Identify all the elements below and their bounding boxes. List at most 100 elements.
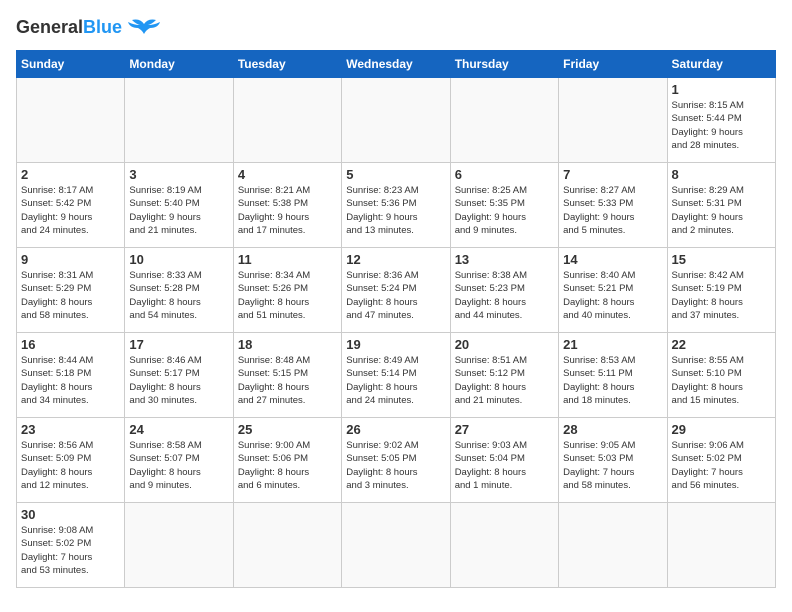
weekday-header-sunday: Sunday [17, 51, 125, 78]
calendar-cell: 9 Sunrise: 8:31 AMSunset: 5:29 PMDaylight… [17, 248, 125, 333]
calendar-cell: 5 Sunrise: 8:23 AMSunset: 5:36 PMDaylight… [342, 163, 450, 248]
day-info: Sunrise: 8:17 AMSunset: 5:42 PMDaylight:… [21, 184, 120, 237]
calendar-cell [342, 78, 450, 163]
day-number: 22 [672, 337, 771, 352]
day-number: 7 [563, 167, 662, 182]
calendar-cell [342, 503, 450, 588]
day-info: Sunrise: 8:27 AMSunset: 5:33 PMDaylight:… [563, 184, 662, 237]
day-number: 14 [563, 252, 662, 267]
day-number: 9 [21, 252, 120, 267]
day-info: Sunrise: 9:08 AMSunset: 5:02 PMDaylight:… [21, 524, 120, 577]
day-number: 13 [455, 252, 554, 267]
calendar-cell: 22 Sunrise: 8:55 AMSunset: 5:10 PMDayligh… [667, 333, 775, 418]
calendar-cell: 19Sunrise: 8:49 AMSunset: 5:14 PMDayligh… [342, 333, 450, 418]
calendar-cell: 2 Sunrise: 8:17 AMSunset: 5:42 PMDaylight… [17, 163, 125, 248]
day-number: 27 [455, 422, 554, 437]
calendar-cell: 20 Sunrise: 8:51 AMSunset: 5:12 PMDayligh… [450, 333, 558, 418]
day-number: 12 [346, 252, 445, 267]
calendar-week-row: 1 Sunrise: 8:15 AMSunset: 5:44 PMDaylight… [17, 78, 776, 163]
day-number: 10 [129, 252, 228, 267]
day-number: 3 [129, 167, 228, 182]
calendar-cell: 17Sunrise: 8:46 AMSunset: 5:17 PMDayligh… [125, 333, 233, 418]
day-info: Sunrise: 9:00 AMSunset: 5:06 PMDaylight:… [238, 439, 337, 492]
calendar-cell: 13 Sunrise: 8:38 AMSunset: 5:23 PMDayligh… [450, 248, 558, 333]
day-number: 29 [672, 422, 771, 437]
calendar-cell: 11 Sunrise: 8:34 AMSunset: 5:26 PMDayligh… [233, 248, 341, 333]
day-info: Sunrise: 8:34 AMSunset: 5:26 PMDaylight:… [238, 269, 337, 322]
calendar-cell: 8Sunrise: 8:29 AMSunset: 5:31 PMDaylight… [667, 163, 775, 248]
day-number: 23 [21, 422, 120, 437]
day-info: Sunrise: 8:46 AMSunset: 5:17 PMDaylight:… [129, 354, 228, 407]
logo-text: GeneralBlue [16, 17, 122, 38]
day-number: 2 [21, 167, 120, 182]
day-info: Sunrise: 9:02 AMSunset: 5:05 PMDaylight:… [346, 439, 445, 492]
day-info: Sunrise: 9:05 AMSunset: 5:03 PMDaylight:… [563, 439, 662, 492]
weekday-header-tuesday: Tuesday [233, 51, 341, 78]
calendar-cell [667, 503, 775, 588]
calendar-cell [233, 78, 341, 163]
weekday-header-thursday: Thursday [450, 51, 558, 78]
day-info: Sunrise: 9:06 AMSunset: 5:02 PMDaylight:… [672, 439, 771, 492]
weekday-header-saturday: Saturday [667, 51, 775, 78]
day-info: Sunrise: 8:21 AMSunset: 5:38 PMDaylight:… [238, 184, 337, 237]
day-info: Sunrise: 8:19 AMSunset: 5:40 PMDaylight:… [129, 184, 228, 237]
day-info: Sunrise: 8:33 AMSunset: 5:28 PMDaylight:… [129, 269, 228, 322]
day-number: 11 [238, 252, 337, 267]
day-number: 18 [238, 337, 337, 352]
day-info: Sunrise: 8:23 AMSunset: 5:36 PMDaylight:… [346, 184, 445, 237]
day-number: 30 [21, 507, 120, 522]
weekday-row: SundayMondayTuesdayWednesdayThursdayFrid… [17, 51, 776, 78]
day-info: Sunrise: 8:51 AMSunset: 5:12 PMDaylight:… [455, 354, 554, 407]
day-info: Sunrise: 8:55 AMSunset: 5:10 PMDaylight:… [672, 354, 771, 407]
calendar-cell: 28 Sunrise: 9:05 AMSunset: 5:03 PMDayligh… [559, 418, 667, 503]
day-number: 6 [455, 167, 554, 182]
calendar-cell: 21Sunrise: 8:53 AMSunset: 5:11 PMDayligh… [559, 333, 667, 418]
calendar-cell: 7 Sunrise: 8:27 AMSunset: 5:33 PMDaylight… [559, 163, 667, 248]
day-info: Sunrise: 8:31 AMSunset: 5:29 PMDaylight:… [21, 269, 120, 322]
calendar-cell: 30 Sunrise: 9:08 AMSunset: 5:02 PMDayligh… [17, 503, 125, 588]
calendar-week-row: 16Sunrise: 8:44 AMSunset: 5:18 PMDayligh… [17, 333, 776, 418]
day-info: Sunrise: 8:48 AMSunset: 5:15 PMDaylight:… [238, 354, 337, 407]
day-info: Sunrise: 8:38 AMSunset: 5:23 PMDaylight:… [455, 269, 554, 322]
calendar-cell [125, 503, 233, 588]
day-info: Sunrise: 8:56 AMSunset: 5:09 PMDaylight:… [21, 439, 120, 492]
calendar-cell: 4 Sunrise: 8:21 AMSunset: 5:38 PMDaylight… [233, 163, 341, 248]
day-info: Sunrise: 8:15 AMSunset: 5:44 PMDaylight:… [672, 99, 771, 152]
day-info: Sunrise: 8:58 AMSunset: 5:07 PMDaylight:… [129, 439, 228, 492]
day-number: 21 [563, 337, 662, 352]
calendar-week-row: 9 Sunrise: 8:31 AMSunset: 5:29 PMDaylight… [17, 248, 776, 333]
calendar-body: 1 Sunrise: 8:15 AMSunset: 5:44 PMDaylight… [17, 78, 776, 588]
logo: GeneralBlue [16, 16, 162, 38]
calendar-table: SundayMondayTuesdayWednesdayThursdayFrid… [16, 50, 776, 588]
weekday-header-wednesday: Wednesday [342, 51, 450, 78]
calendar-week-row: 23 Sunrise: 8:56 AMSunset: 5:09 PMDayligh… [17, 418, 776, 503]
calendar-cell: 23 Sunrise: 8:56 AMSunset: 5:09 PMDayligh… [17, 418, 125, 503]
weekday-header-monday: Monday [125, 51, 233, 78]
day-number: 16 [21, 337, 120, 352]
day-number: 8 [672, 167, 771, 182]
day-number: 20 [455, 337, 554, 352]
calendar-cell: 26Sunrise: 9:02 AMSunset: 5:05 PMDayligh… [342, 418, 450, 503]
header: GeneralBlue [16, 16, 776, 38]
logo-bird-icon [126, 16, 162, 38]
calendar-cell: 1 Sunrise: 8:15 AMSunset: 5:44 PMDaylight… [667, 78, 775, 163]
calendar-cell: 25Sunrise: 9:00 AMSunset: 5:06 PMDayligh… [233, 418, 341, 503]
day-info: Sunrise: 8:36 AMSunset: 5:24 PMDaylight:… [346, 269, 445, 322]
calendar-header: SundayMondayTuesdayWednesdayThursdayFrid… [17, 51, 776, 78]
calendar-week-row: 2 Sunrise: 8:17 AMSunset: 5:42 PMDaylight… [17, 163, 776, 248]
calendar-cell: 3 Sunrise: 8:19 AMSunset: 5:40 PMDaylight… [125, 163, 233, 248]
calendar-cell: 16Sunrise: 8:44 AMSunset: 5:18 PMDayligh… [17, 333, 125, 418]
calendar-cell: 12 Sunrise: 8:36 AMSunset: 5:24 PMDayligh… [342, 248, 450, 333]
calendar-cell: 14Sunrise: 8:40 AMSunset: 5:21 PMDayligh… [559, 248, 667, 333]
calendar-cell: 15 Sunrise: 8:42 AMSunset: 5:19 PMDayligh… [667, 248, 775, 333]
day-number: 1 [672, 82, 771, 97]
calendar-cell: 10 Sunrise: 8:33 AMSunset: 5:28 PMDayligh… [125, 248, 233, 333]
calendar-cell: 6Sunrise: 8:25 AMSunset: 5:35 PMDaylight… [450, 163, 558, 248]
calendar-cell [450, 78, 558, 163]
day-info: Sunrise: 8:42 AMSunset: 5:19 PMDaylight:… [672, 269, 771, 322]
day-number: 5 [346, 167, 445, 182]
day-number: 4 [238, 167, 337, 182]
day-number: 28 [563, 422, 662, 437]
day-number: 15 [672, 252, 771, 267]
calendar-cell [450, 503, 558, 588]
